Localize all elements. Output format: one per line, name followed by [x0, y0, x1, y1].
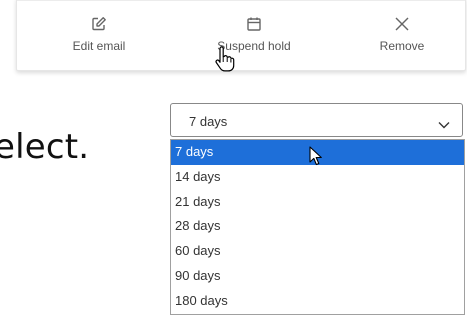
option-28-days[interactable]: 28 days — [171, 214, 464, 239]
remove-label: Remove — [379, 39, 425, 53]
chevron-down-icon — [438, 116, 450, 134]
arrow-cursor-icon — [309, 146, 323, 171]
instruction-text-fragment: elect. — [0, 127, 90, 167]
option-90-days[interactable]: 90 days — [171, 264, 464, 289]
calendar-icon — [246, 14, 262, 34]
edit-email-button[interactable]: Edit email — [61, 14, 137, 53]
option-60-days[interactable]: 60 days — [171, 239, 464, 264]
select-current-value: 7 days — [189, 114, 228, 129]
close-icon — [395, 14, 409, 34]
option-180-days[interactable]: 180 days — [171, 289, 464, 314]
edit-icon — [91, 14, 107, 34]
edit-email-label: Edit email — [72, 39, 126, 53]
card-divider — [17, 0, 465, 1]
hand-pointer-icon — [213, 45, 235, 78]
hold-actions-card: Edit email Suspend hold Remove — [16, 0, 466, 71]
remove-button[interactable]: Remove — [362, 14, 442, 53]
hold-duration-select[interactable]: 7 days — [170, 103, 463, 137]
option-21-days[interactable]: 21 days — [171, 190, 464, 215]
